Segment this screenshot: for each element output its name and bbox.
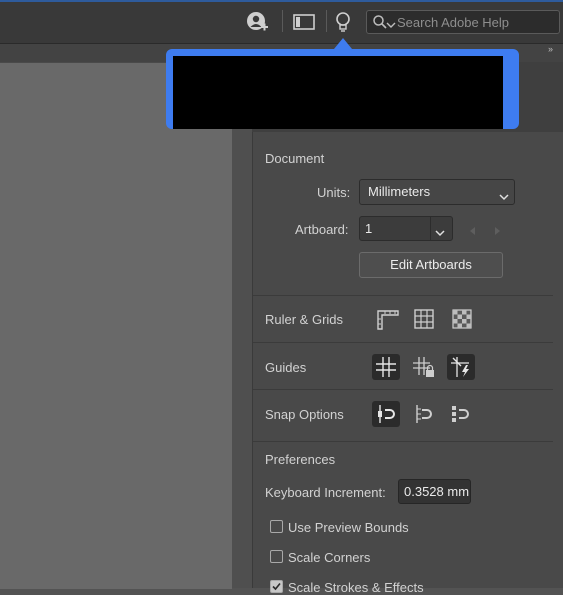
units-value: Millimeters bbox=[368, 184, 431, 199]
smart-guides-icon[interactable] bbox=[447, 354, 475, 380]
lock-guides-icon[interactable] bbox=[410, 354, 438, 380]
snap-to-grid-icon[interactable] bbox=[410, 401, 438, 427]
document-canvas[interactable] bbox=[0, 62, 232, 589]
collapse-panels-icon[interactable]: ›› bbox=[548, 44, 553, 54]
snap-to-point-icon[interactable] bbox=[372, 401, 400, 427]
chevron-down-icon bbox=[498, 189, 510, 201]
tooltip-arrow bbox=[334, 38, 352, 49]
grid-icon[interactable] bbox=[410, 306, 438, 332]
snap-options-label: Snap Options bbox=[265, 407, 344, 422]
units-label: Units: bbox=[317, 185, 351, 200]
chevron-down-icon[interactable] bbox=[386, 17, 396, 28]
toolbar-separator bbox=[326, 10, 327, 32]
ruler-grids-label: Ruler & Grids bbox=[265, 312, 344, 327]
keyboard-increment-field[interactable]: 0.3528 mm bbox=[398, 479, 471, 504]
artboard-label: Artboard: bbox=[295, 222, 349, 237]
scale-corners-label: Scale Corners bbox=[288, 550, 371, 565]
section-divider bbox=[253, 441, 553, 442]
units-dropdown[interactable]: Millimeters bbox=[359, 179, 515, 205]
previous-artboard-icon[interactable] bbox=[468, 224, 476, 239]
toolbar-separator bbox=[282, 10, 283, 32]
use-preview-bounds-checkbox[interactable] bbox=[270, 520, 283, 533]
panel-gutter bbox=[232, 62, 252, 588]
tooltip-content-redacted bbox=[173, 56, 503, 129]
edit-artboards-button[interactable]: Edit Artboards bbox=[359, 252, 503, 278]
panel-layout-icon[interactable] bbox=[293, 14, 315, 30]
guides-label: Guides bbox=[265, 360, 307, 375]
keyboard-increment-label: Keyboard Increment: bbox=[265, 485, 386, 500]
transparency-grid-icon[interactable] bbox=[448, 306, 476, 332]
lightbulb-icon[interactable] bbox=[334, 11, 352, 33]
artboard-dropdown[interactable]: 1 bbox=[359, 216, 453, 241]
dropdown-divider bbox=[430, 217, 431, 240]
artboard-value: 1 bbox=[365, 221, 373, 236]
chevron-down-icon bbox=[434, 225, 446, 237]
guides-icon[interactable] bbox=[372, 354, 400, 380]
scale-strokes-effects-checkbox[interactable] bbox=[270, 580, 283, 593]
use-preview-bounds-label: Use Preview Bounds bbox=[288, 520, 409, 535]
ruler-icon[interactable] bbox=[374, 306, 402, 332]
section-divider bbox=[253, 342, 553, 343]
next-artboard-icon[interactable] bbox=[494, 224, 502, 239]
section-divider bbox=[253, 389, 553, 390]
snap-to-pixel-icon[interactable] bbox=[447, 401, 475, 427]
keyboard-increment-value: 0.3528 mm bbox=[404, 484, 470, 499]
section-divider bbox=[253, 295, 553, 296]
preferences-section-title: Preferences bbox=[265, 452, 336, 467]
scale-corners-checkbox[interactable] bbox=[270, 550, 283, 563]
search-input[interactable] bbox=[397, 13, 557, 31]
document-section-title: Document bbox=[265, 151, 325, 166]
add-user-icon[interactable] bbox=[246, 11, 268, 33]
